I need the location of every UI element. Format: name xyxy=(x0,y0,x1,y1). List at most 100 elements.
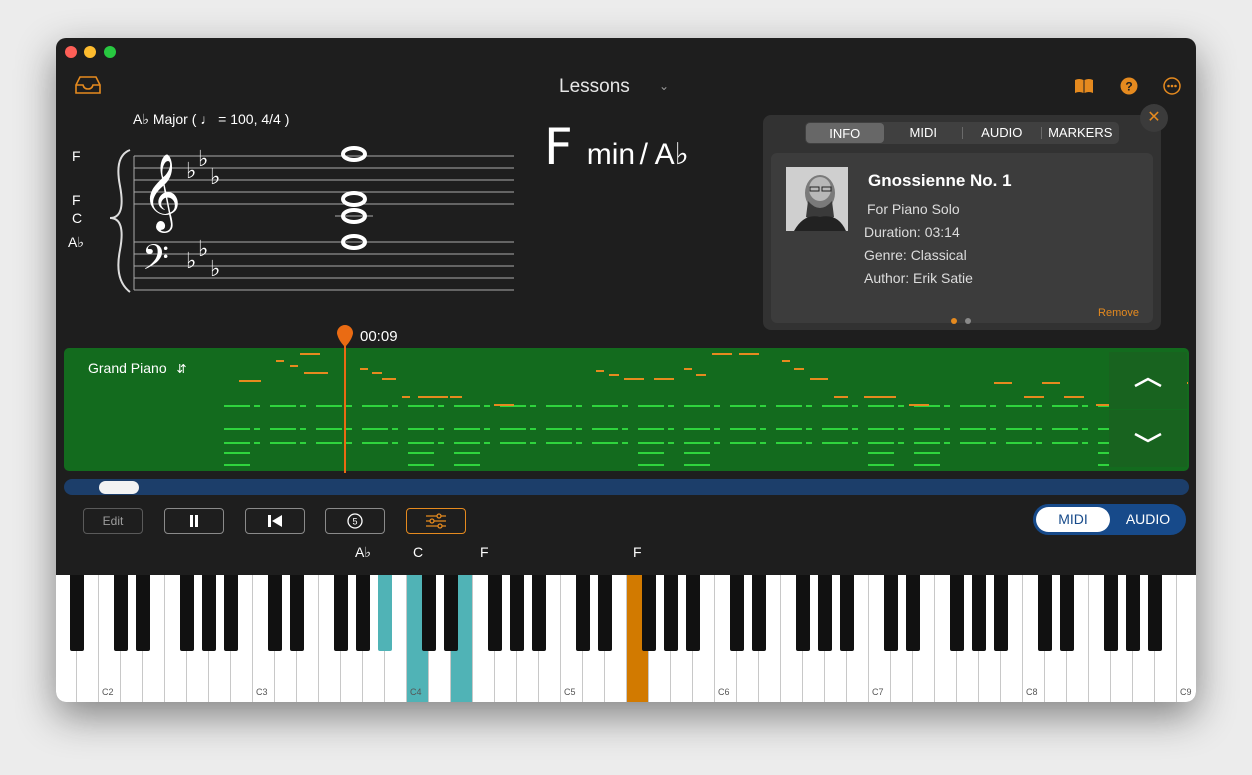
black-key[interactable] xyxy=(884,575,898,651)
black-key[interactable] xyxy=(334,575,348,651)
midi-note xyxy=(224,428,250,430)
inbox-icon[interactable] xyxy=(74,75,102,95)
midi-note xyxy=(684,368,692,370)
zoom-window-button[interactable] xyxy=(104,46,116,58)
black-key[interactable] xyxy=(224,575,238,651)
midi-note xyxy=(362,428,388,430)
midi-note xyxy=(714,428,720,430)
close-window-button[interactable] xyxy=(65,46,77,58)
black-key[interactable] xyxy=(994,575,1008,651)
page-dots[interactable] xyxy=(951,311,972,329)
tab-audio[interactable]: AUDIO xyxy=(963,122,1041,144)
toggle-midi[interactable]: MIDI xyxy=(1036,507,1110,532)
countdown-button[interactable]: 5 xyxy=(325,508,385,534)
help-icon[interactable]: ? xyxy=(1119,76,1139,96)
black-key[interactable] xyxy=(642,575,656,651)
pause-button[interactable] xyxy=(164,508,224,534)
midi-note xyxy=(638,405,664,407)
edit-button[interactable]: Edit xyxy=(83,508,143,534)
midi-note xyxy=(990,405,996,407)
black-key[interactable] xyxy=(356,575,370,651)
black-key[interactable] xyxy=(290,575,304,651)
tab-midi[interactable]: MIDI xyxy=(885,122,963,144)
black-key[interactable] xyxy=(180,575,194,651)
page-title[interactable]: Lessons xyxy=(559,76,630,98)
black-key[interactable] xyxy=(950,575,964,651)
scroll-up-button[interactable] xyxy=(1109,352,1187,409)
midi-note xyxy=(868,464,894,466)
octave-label: C7 xyxy=(872,687,884,697)
scrollbar-thumb[interactable] xyxy=(99,481,139,494)
octave-label: C4 xyxy=(410,687,422,697)
midi-note xyxy=(760,442,766,444)
book-icon[interactable] xyxy=(1074,76,1094,96)
black-key[interactable] xyxy=(1060,575,1074,651)
tab-info[interactable]: INFO xyxy=(806,123,884,143)
octave-label: C3 xyxy=(256,687,268,697)
minimize-window-button[interactable] xyxy=(84,46,96,58)
black-key[interactable] xyxy=(730,575,744,651)
black-key[interactable] xyxy=(796,575,810,651)
black-key[interactable] xyxy=(598,575,612,651)
midi-note xyxy=(960,442,986,444)
song-info-card: Gnossienne No. 1 For Piano Solo Duration… xyxy=(771,153,1153,324)
mixer-button[interactable] xyxy=(406,508,466,534)
black-key[interactable] xyxy=(972,575,986,651)
rewind-button[interactable] xyxy=(245,508,305,534)
midi-audio-toggle[interactable]: MIDI AUDIO xyxy=(1033,504,1186,535)
piano-roll-notes xyxy=(224,353,1188,466)
black-key[interactable] xyxy=(114,575,128,651)
black-key[interactable] xyxy=(906,575,920,651)
black-key[interactable] xyxy=(1038,575,1052,651)
page-dot-active[interactable] xyxy=(951,318,957,324)
black-key[interactable] xyxy=(444,575,458,651)
midi-note xyxy=(868,452,894,454)
remove-button[interactable]: Remove xyxy=(1098,307,1139,319)
midi-note xyxy=(834,396,848,398)
tab-markers[interactable]: MARKERS xyxy=(1042,122,1120,144)
more-icon[interactable] xyxy=(1162,76,1182,96)
black-key[interactable] xyxy=(268,575,282,651)
close-panel-icon[interactable]: ✕ xyxy=(1140,104,1168,132)
timeline-scrollbar[interactable] xyxy=(64,479,1189,495)
midi-note xyxy=(806,442,812,444)
black-key[interactable] xyxy=(70,575,84,651)
black-key[interactable] xyxy=(422,575,436,651)
black-key[interactable] xyxy=(840,575,854,651)
midi-note xyxy=(500,442,526,444)
midi-note xyxy=(638,464,664,466)
black-key[interactable] xyxy=(818,575,832,651)
playhead[interactable] xyxy=(335,325,355,473)
black-key[interactable] xyxy=(136,575,150,651)
piano-keyboard[interactable]: C2 C3 C4 C5 C6 C7 C8 C9 xyxy=(56,575,1196,702)
midi-note xyxy=(898,442,904,444)
black-key[interactable] xyxy=(686,575,700,651)
black-key[interactable] xyxy=(664,575,678,651)
black-key[interactable] xyxy=(1104,575,1118,651)
midi-note xyxy=(794,368,804,370)
toggle-audio[interactable]: AUDIO xyxy=(1111,507,1185,532)
midi-note xyxy=(408,452,434,454)
piano-roll[interactable]: Grand Piano ⇵ xyxy=(64,348,1189,471)
page-dot[interactable] xyxy=(965,318,972,324)
midi-note xyxy=(454,428,480,430)
midi-note xyxy=(254,405,260,407)
black-key[interactable] xyxy=(202,575,216,651)
midi-note xyxy=(382,378,396,380)
white-key[interactable] xyxy=(1177,575,1196,702)
black-key[interactable] xyxy=(488,575,502,651)
midi-note xyxy=(239,380,261,382)
midi-note xyxy=(530,442,536,444)
midi-note xyxy=(454,452,480,454)
black-key[interactable] xyxy=(378,575,392,651)
black-key[interactable] xyxy=(752,575,766,651)
black-key[interactable] xyxy=(532,575,546,651)
octave-label: C6 xyxy=(718,687,730,697)
chevron-down-icon[interactable]: ⌄ xyxy=(659,79,669,93)
midi-note xyxy=(392,428,398,430)
scroll-down-button[interactable] xyxy=(1109,410,1187,467)
black-key[interactable] xyxy=(576,575,590,651)
black-key[interactable] xyxy=(1126,575,1140,651)
black-key[interactable] xyxy=(510,575,524,651)
black-key[interactable] xyxy=(1148,575,1162,651)
